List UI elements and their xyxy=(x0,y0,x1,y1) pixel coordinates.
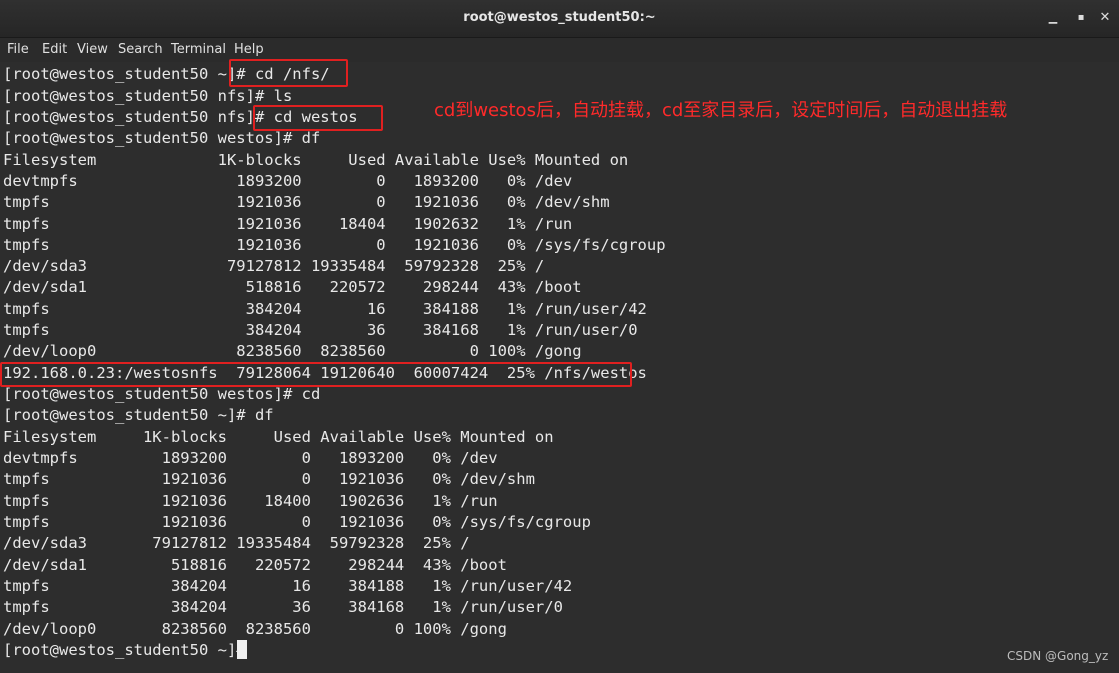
menu-edit[interactable]: Edit xyxy=(42,42,67,57)
close-icon[interactable]: ✕ xyxy=(1096,9,1114,27)
terminal-line: [root@westos_student50 westos]# cd xyxy=(3,385,321,403)
maximize-icon[interactable]: ▪ xyxy=(1072,9,1090,27)
menu-search[interactable]: Search xyxy=(118,42,163,57)
menu-help[interactable]: Help xyxy=(234,42,264,57)
terminal-line: tmpfs 1921036 18404 1902632 1% /run xyxy=(3,215,573,233)
terminal-line: tmpfs 1921036 0 1921036 0% /dev/shm xyxy=(3,470,535,488)
text-cursor xyxy=(237,640,247,659)
terminal-line: /dev/loop0 8238560 8238560 0 100% /gong xyxy=(3,620,507,638)
terminal-line: tmpfs 384204 36 384168 1% /run/user/0 xyxy=(3,598,563,616)
terminal-line: tmpfs 384204 16 384188 1% /run/user/42 xyxy=(3,300,647,318)
terminal-line: tmpfs 384204 16 384188 1% /run/user/42 xyxy=(3,577,573,595)
menu-bar: File Edit View Search Terminal Help xyxy=(0,38,1119,62)
watermark: CSDN @Gong_yz xyxy=(1007,649,1109,663)
terminal-line: /dev/sda3 79127812 19335484 59792328 25%… xyxy=(3,257,545,275)
window-titlebar[interactable]: root@westos_student50:~ ▁ ▪ ✕ xyxy=(0,0,1119,38)
terminal-prompt: [root@westos_student50 ~]# xyxy=(3,641,255,659)
terminal-line: /dev/loop0 8238560 8238560 0 100% /gong xyxy=(3,342,582,360)
terminal-line: Filesystem 1K-blocks Used Available Use%… xyxy=(3,428,554,446)
terminal-line: tmpfs 384204 36 384168 1% /run/user/0 xyxy=(3,321,638,339)
terminal-line: tmpfs 1921036 18400 1902636 1% /run xyxy=(3,492,498,510)
highlight-cd-westos xyxy=(253,105,383,131)
terminal-line: /dev/sda1 518816 220572 298244 43% /boot xyxy=(3,556,507,574)
highlight-nfs-mount-row xyxy=(0,362,632,387)
terminal-line: [root@westos_student50 nfs]# ls xyxy=(3,87,293,105)
annotation-text: cd到westos后，自动挂载，cd至家目录后，设定时间后，自动退出挂载 xyxy=(434,100,1008,121)
terminal-line: tmpfs 1921036 0 1921036 0% /sys/fs/cgrou… xyxy=(3,236,666,254)
minimize-icon[interactable]: ▁ xyxy=(1044,9,1062,27)
window-title: root@westos_student50:~ xyxy=(463,10,656,25)
terminal-line: /dev/sda1 518816 220572 298244 43% /boot xyxy=(3,278,582,296)
terminal-line: devtmpfs 1893200 0 1893200 0% /dev xyxy=(3,449,498,467)
terminal-line: tmpfs 1921036 0 1921036 0% /sys/fs/cgrou… xyxy=(3,513,591,531)
menu-view[interactable]: View xyxy=(77,42,108,57)
terminal-line: tmpfs 1921036 0 1921036 0% /dev/shm xyxy=(3,193,610,211)
terminal-line: [root@westos_student50 westos]# df xyxy=(3,129,321,147)
highlight-cd-nfs xyxy=(229,59,348,87)
terminal-line: devtmpfs 1893200 0 1893200 0% /dev xyxy=(3,172,573,190)
terminal-line: /dev/sda3 79127812 19335484 59792328 25%… xyxy=(3,534,470,552)
terminal-line: Filesystem 1K-blocks Used Available Use%… xyxy=(3,151,629,169)
terminal-line: [root@westos_student50 ~]# df xyxy=(3,406,274,424)
menu-file[interactable]: File xyxy=(7,42,29,57)
menu-terminal[interactable]: Terminal xyxy=(171,42,226,57)
